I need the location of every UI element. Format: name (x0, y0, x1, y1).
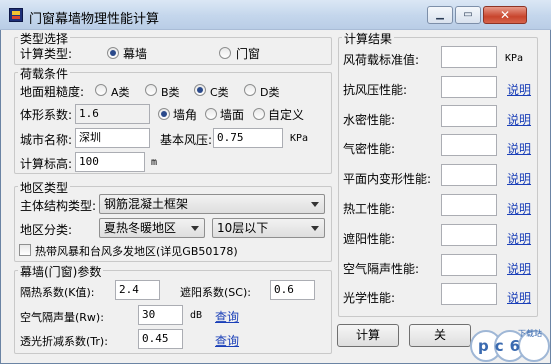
basic-pressure-label: 基本风压: (160, 133, 213, 147)
city-label: 城市名称: (20, 133, 73, 147)
radio-roughness-a[interactable] (95, 84, 107, 96)
wind-load-label: 风荷载标准值: (343, 53, 420, 67)
watermark-text: pc6 (478, 337, 527, 355)
height-label: 计算标高: (20, 157, 73, 171)
shape-coefficient-label: 体形系数: (20, 108, 73, 122)
tr-query-link[interactable]: 查询 (215, 332, 239, 349)
watermark-logo: pc6 下载站 (470, 329, 550, 364)
result-help-link-wind-resistance[interactable]: 说明 (507, 81, 531, 98)
radio-roughness-c[interactable] (194, 84, 206, 96)
radio-roughness-d[interactable] (244, 84, 256, 96)
calc-type-label: 计算类型: (20, 47, 73, 61)
radio-roughness-a-label: A类 (111, 86, 130, 99)
rw-query-link[interactable]: 查询 (215, 308, 239, 325)
minimize-button[interactable]: ▁ (427, 6, 453, 24)
result-label-water-tightness: 水密性能: (343, 113, 396, 127)
roughness-label: 地面粗糙度: (20, 85, 85, 99)
result-help-link-water-tightness[interactable]: 说明 (507, 111, 531, 128)
wind-load-output (441, 46, 497, 68)
result-output-thermal (441, 194, 497, 216)
result-help-link-thermal[interactable]: 说明 (507, 200, 531, 217)
basic-pressure-unit: KPa (290, 133, 309, 144)
floors-value: 10层以下 (217, 221, 269, 235)
radio-door-window[interactable] (219, 47, 231, 59)
close-icon: ✕ (499, 8, 511, 22)
result-output-water-tightness (441, 105, 497, 127)
close-button[interactable]: ✕ (483, 6, 527, 24)
result-label-sound-insulation: 空气隔声性能: (343, 262, 420, 276)
params-title: 幕墙(门窗)参数 (18, 263, 104, 280)
height-unit: m (151, 157, 158, 168)
result-help-link-shading[interactable]: 说明 (507, 230, 531, 247)
result-label-air-tightness: 气密性能: (343, 142, 396, 156)
result-label-wind-resistance: 抗风压性能: (343, 83, 408, 97)
radio-corner-label: 墙角 (173, 108, 198, 122)
floors-select[interactable]: 10层以下 (212, 218, 325, 238)
chevron-down-icon (191, 226, 199, 231)
result-output-shading (441, 224, 497, 246)
chevron-down-icon (311, 226, 319, 231)
result-help-link-sound-insulation[interactable]: 说明 (507, 260, 531, 277)
watermark-small-text: 下载站 (518, 329, 542, 338)
wind-load-unit: KPa (505, 53, 524, 64)
shape-coefficient-field: 1.6 (75, 104, 150, 124)
result-output-optical (441, 283, 497, 305)
close-dialog-button[interactable]: 关 (409, 324, 471, 347)
structure-type-select[interactable]: 钢筋混凝土框架 (99, 194, 325, 214)
window-title: 门窗幕墙物理性能计算 (29, 12, 160, 27)
result-output-air-tightness (441, 134, 497, 156)
tr-input[interactable]: 0.45 (138, 329, 183, 349)
sc-input[interactable]: 0.6 (270, 280, 315, 300)
structure-type-label: 主体结构类型: (20, 199, 97, 213)
typhoon-checkbox[interactable] (19, 244, 31, 256)
radio-roughness-b-label: B类 (161, 86, 180, 99)
typhoon-checkbox-label: 热带风暴和台风多发地区(详见GB50178) (35, 245, 238, 258)
region-type-title: 地区类型 (18, 179, 71, 196)
basic-pressure-input[interactable]: 0.75 (213, 128, 283, 148)
k-value-label: 隔热系数(K值): (20, 286, 95, 299)
sc-label: 遮阳系数(SC): (180, 286, 251, 299)
result-help-link-in-plane-deformation[interactable]: 说明 (507, 170, 531, 187)
results-title: 计算结果 (342, 30, 395, 47)
radio-custom[interactable] (253, 108, 265, 120)
region-class-select[interactable]: 夏热冬暖地区 (99, 218, 205, 238)
chevron-down-icon (311, 202, 319, 207)
app-icon (9, 8, 23, 22)
radio-wall-face[interactable] (205, 108, 217, 120)
result-label-thermal: 热工性能: (343, 202, 396, 216)
height-input[interactable]: 100 (75, 152, 145, 172)
result-label-shading: 遮阳性能: (343, 232, 396, 246)
rw-unit: dB (190, 310, 203, 321)
radio-door-window-label: 门窗 (236, 47, 261, 61)
radio-wall-face-label: 墙面 (220, 108, 245, 122)
maximize-button[interactable]: ▭ (455, 6, 481, 24)
result-output-sound-insulation (441, 254, 497, 276)
result-output-in-plane-deformation (441, 164, 497, 186)
minimize-icon: ▁ (436, 9, 444, 20)
rw-label: 空气隔声量(Rw): (20, 311, 104, 324)
region-class-label: 地区分类: (20, 223, 73, 237)
region-class-value: 夏热冬暖地区 (104, 221, 177, 235)
result-help-link-air-tightness[interactable]: 说明 (507, 140, 531, 157)
calculate-button[interactable]: 计算 (337, 324, 399, 347)
radio-corner[interactable] (158, 108, 170, 120)
load-conditions-title: 荷载条件 (18, 65, 71, 82)
maximize-icon: ▭ (463, 9, 473, 20)
structure-type-value: 钢筋混凝土框架 (104, 197, 189, 211)
city-input[interactable]: 深圳 (75, 128, 150, 148)
tr-label: 透光折减系数(Tr): (20, 335, 108, 348)
radio-curtain-wall-label: 幕墙 (123, 47, 148, 61)
result-help-link-optical[interactable]: 说明 (507, 289, 531, 306)
radio-roughness-b[interactable] (145, 84, 157, 96)
result-output-wind-resistance (441, 76, 497, 98)
radio-roughness-c-label: C类 (210, 86, 229, 99)
rw-input[interactable]: 30 (138, 305, 183, 325)
k-value-input[interactable]: 2.4 (115, 280, 160, 300)
radio-custom-label: 自定义 (268, 108, 305, 122)
result-label-in-plane-deformation: 平面内变形性能: (343, 172, 432, 186)
radio-curtain-wall[interactable] (107, 47, 119, 59)
result-label-optical: 光学性能: (343, 291, 396, 305)
radio-roughness-d-label: D类 (260, 86, 280, 99)
